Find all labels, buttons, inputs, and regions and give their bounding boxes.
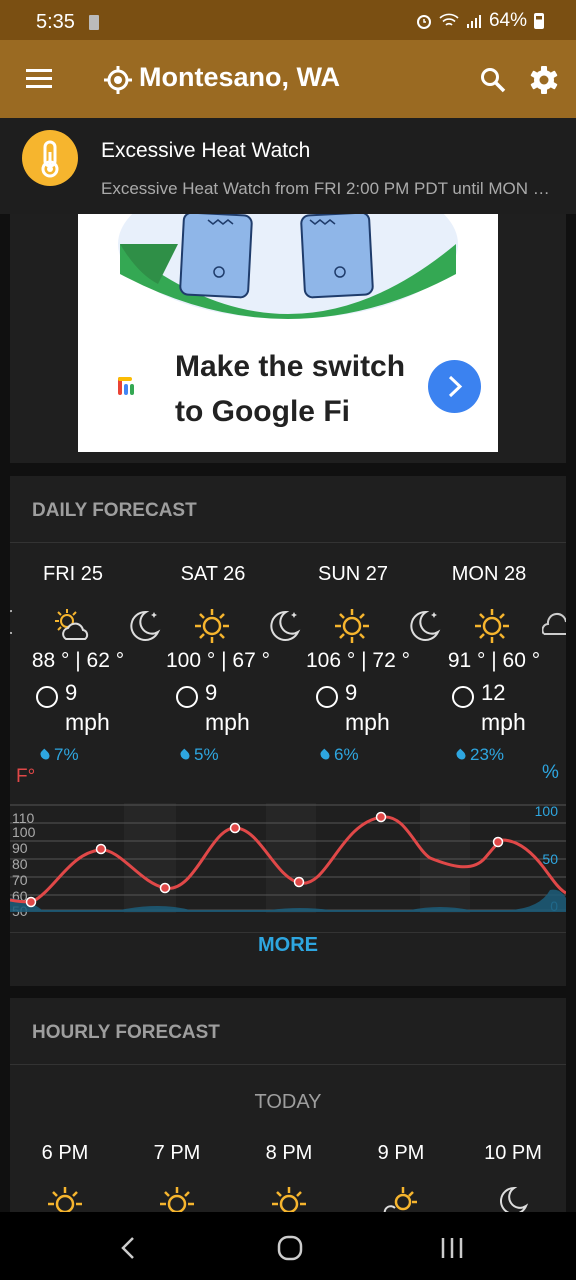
sun-icon — [335, 609, 369, 643]
temperature-chart: 110 100 90 80 70 60 50 100 50 0 — [10, 803, 566, 916]
sun-icon — [195, 609, 229, 643]
wind-unit: mph — [481, 709, 526, 735]
partly-sunny-icon — [55, 609, 89, 640]
menu-icon[interactable] — [26, 69, 52, 89]
moon-cloud-icon — [500, 1186, 529, 1212]
temp-tick: 70 — [12, 872, 28, 888]
wind-speed: 9 — [205, 680, 218, 705]
hour-label: 9 PM — [377, 1142, 425, 1164]
day-name: MON 28 — [451, 563, 527, 585]
precip-chance: 23% — [457, 745, 504, 765]
location-title[interactable]: Montesano, WA — [139, 62, 340, 93]
wind-speed: 9 — [345, 680, 358, 705]
wind-unit: mph — [65, 709, 110, 735]
signal-icon — [466, 15, 481, 28]
weather-alert-banner[interactable]: Excessive Heat Watch Excessive Heat Watc… — [0, 118, 576, 214]
partly-sunny-icon — [383, 1187, 417, 1212]
wind-speed: 9 — [65, 680, 78, 705]
partial-cloud-icon — [542, 613, 566, 635]
wind-direction-icon — [316, 686, 338, 708]
battery-icon — [534, 13, 544, 29]
thermometer-icon — [22, 130, 78, 186]
daily-forecast-card: DAILY FORECAST FRI 25 88 ° | 62 ° 9 mph … — [10, 476, 566, 986]
day-name: FRI 25 — [42, 563, 104, 585]
hour-label: 8 PM — [265, 1142, 313, 1164]
hourly-day-label: TODAY — [254, 1091, 322, 1113]
alert-title: Excessive Heat Watch — [101, 139, 311, 162]
gear-icon[interactable] — [529, 65, 559, 95]
temp-point — [293, 876, 305, 888]
day-name: SAT 26 — [180, 563, 246, 585]
sim-icon — [89, 15, 99, 30]
location-icon[interactable] — [103, 65, 133, 95]
temp-point — [159, 882, 171, 894]
recent-apps-icon[interactable] — [440, 1236, 464, 1260]
day-temps: 91 ° | 60 ° — [447, 649, 541, 672]
percent-tick: 50 — [542, 851, 558, 867]
ad-illustration — [118, 214, 458, 319]
home-icon[interactable] — [277, 1235, 303, 1261]
day-name: SUN 27 — [317, 563, 389, 585]
temp-tick: 90 — [12, 840, 28, 856]
alarm-icon — [416, 15, 431, 29]
temp-tick: 100 — [12, 824, 36, 840]
status-time: 5:35 — [36, 11, 75, 33]
chevron-right-icon[interactable] — [428, 360, 481, 413]
precip-chance: 7% — [41, 745, 79, 765]
sun-icon — [475, 609, 509, 643]
percent-unit-label: % — [542, 762, 559, 783]
partial-moon-icon — [10, 610, 13, 634]
wind-direction-icon — [36, 686, 58, 708]
moon-icon — [410, 610, 441, 641]
search-icon[interactable] — [480, 67, 506, 93]
day-temps: 106 ° | 72 ° — [306, 649, 410, 672]
sun-icon — [48, 1187, 82, 1212]
precip-chance: 6% — [321, 745, 359, 765]
sun-icon — [160, 1187, 194, 1212]
alert-text: Excessive Heat Watch from FRI 2:00 PM PD… — [101, 179, 551, 198]
hour-label: 6 PM — [41, 1142, 89, 1164]
google-fi-logo — [118, 377, 134, 395]
daily-forecast-header: DAILY FORECAST — [32, 500, 197, 521]
wind-unit: mph — [205, 709, 250, 735]
moon-icon — [130, 610, 161, 641]
temp-point — [375, 811, 387, 823]
status-bar: 5:35 64% — [0, 0, 576, 40]
battery-level: 64% — [488, 10, 527, 31]
wind-direction-icon — [176, 686, 198, 708]
hour-label: 10 PM — [484, 1142, 542, 1164]
hourly-forecast-card: HOURLY FORECAST TODAY 6 PM 7 PM 8 PM 9 P… — [10, 998, 566, 1212]
google-fi-ad[interactable]: Make the switch to Google Fi — [78, 214, 498, 452]
sun-icon — [272, 1187, 306, 1212]
back-icon[interactable] — [118, 1236, 138, 1260]
moon-icon — [270, 610, 301, 641]
wind-direction-icon — [452, 686, 474, 708]
temp-point — [95, 843, 107, 855]
temp-point — [25, 896, 37, 908]
system-nav-bar — [0, 1212, 576, 1280]
day-temps: 88 ° | 62 ° — [31, 649, 125, 672]
percent-tick: 100 — [535, 803, 559, 819]
precip-chance: 5% — [181, 745, 219, 765]
wind-speed: 12 — [481, 680, 506, 705]
day-temps: 100 ° | 67 ° — [166, 649, 270, 672]
hour-label: 7 PM — [153, 1142, 201, 1164]
temp-point — [492, 836, 504, 848]
ad-headline: Make the switch to Google Fi — [175, 350, 406, 428]
wifi-icon — [439, 13, 459, 26]
temp-tick: 80 — [12, 856, 28, 872]
ad-card: Make the switch to Google Fi — [10, 214, 566, 463]
wind-unit: mph — [345, 709, 390, 735]
more-button[interactable]: MORE — [10, 934, 566, 957]
temp-point — [229, 822, 241, 834]
temp-unit-label: F° — [16, 766, 36, 787]
hourly-forecast-header: HOURLY FORECAST — [32, 1022, 220, 1043]
app-bar: Montesano, WA — [0, 40, 576, 118]
